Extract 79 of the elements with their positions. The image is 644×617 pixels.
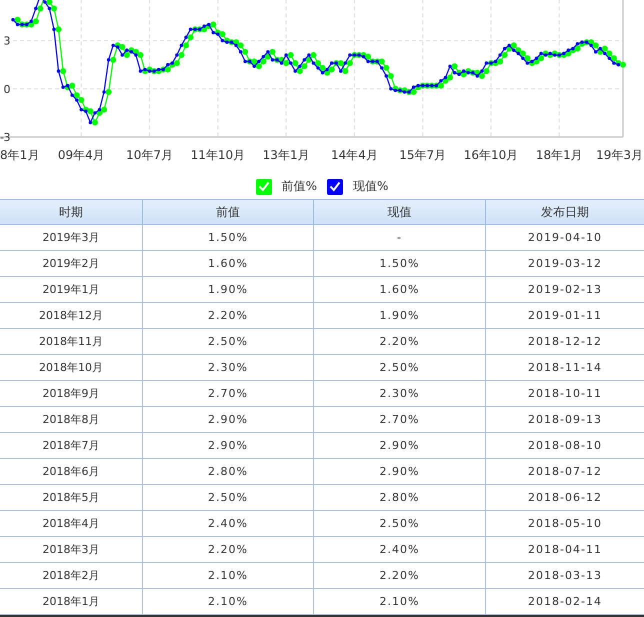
table-cell: 2018年1月 bbox=[0, 589, 142, 615]
table-cell: 2018年8月 bbox=[0, 407, 142, 433]
table-cell: 2018年9月 bbox=[0, 381, 142, 407]
table-cell: 2019年2月 bbox=[0, 251, 142, 277]
table-cell: 2018-12-12 bbox=[485, 329, 644, 355]
table-cell: 2.70% bbox=[313, 407, 485, 433]
table-cell: 1.90% bbox=[313, 303, 485, 329]
table-cell: 2.70% bbox=[142, 381, 313, 407]
table-cell: 1.50% bbox=[313, 251, 485, 277]
x-tick-label: 13年1月 bbox=[262, 148, 310, 162]
legend-label: 现值% bbox=[353, 178, 388, 195]
table-cell: 2018年2月 bbox=[0, 563, 142, 589]
x-tick-label: 19年3月 bbox=[596, 148, 643, 162]
table-cell: 2018-02-14 bbox=[485, 589, 644, 615]
table-cell: 2018年7月 bbox=[0, 433, 142, 459]
table-cell: 2018年3月 bbox=[0, 537, 142, 563]
table-cell: 2.90% bbox=[313, 459, 485, 485]
table-cell: 2018-10-11 bbox=[485, 381, 644, 407]
table-cell: 2018-04-11 bbox=[485, 537, 644, 563]
legend-label: 前值% bbox=[282, 178, 317, 195]
table-cell: 2019-04-10 bbox=[485, 225, 644, 251]
table-cell: 2018年10月 bbox=[0, 355, 142, 381]
table-cell: 2018年5月 bbox=[0, 485, 142, 511]
table-cell: 2019-03-12 bbox=[485, 251, 644, 277]
table-cell: 2.90% bbox=[142, 407, 313, 433]
table-cell: 2019-01-11 bbox=[485, 303, 644, 329]
x-tick-label: 09年4月 bbox=[58, 148, 105, 162]
x-tick-label: 16年10月 bbox=[464, 148, 518, 162]
table-cell: 2018年6月 bbox=[0, 459, 142, 485]
table-cell: 1.90% bbox=[142, 277, 313, 303]
y-tick-label: 0 bbox=[4, 82, 10, 96]
x-tick-label: 8年1月 bbox=[0, 148, 40, 162]
table-cell: - bbox=[313, 225, 485, 251]
table-cell: 2.20% bbox=[313, 563, 485, 589]
table-cell: 1.60% bbox=[313, 277, 485, 303]
table-cell: 2.20% bbox=[313, 329, 485, 355]
table-cell: 2.90% bbox=[142, 433, 313, 459]
x-tick-label: 11年10月 bbox=[190, 148, 246, 162]
table-cell: 2.80% bbox=[313, 485, 485, 511]
column-header[interactable]: 现值 bbox=[313, 199, 485, 225]
table-cell: 2.50% bbox=[313, 511, 485, 537]
table-cell: 2018-06-12 bbox=[485, 485, 644, 511]
table-cell: 2018-08-10 bbox=[485, 433, 644, 459]
x-tick-label: 18年1月 bbox=[536, 148, 583, 162]
table-cell: 2.90% bbox=[313, 433, 485, 459]
column-header[interactable]: 发布日期 bbox=[485, 199, 644, 225]
table-cell: 2.10% bbox=[313, 589, 485, 615]
table-cell: 2018年4月 bbox=[0, 511, 142, 537]
table-cell: 2.80% bbox=[142, 459, 313, 485]
table-cell: 2.40% bbox=[313, 537, 485, 563]
table-cell: 2018-11-14 bbox=[485, 355, 644, 381]
table-cell: 1.60% bbox=[142, 251, 313, 277]
table-cell: 2.10% bbox=[142, 589, 313, 615]
table-cell: 2018-07-12 bbox=[485, 459, 644, 485]
table-cell: 2.40% bbox=[142, 511, 313, 537]
table-cell: 2018年11月 bbox=[0, 329, 142, 355]
x-tick-label: 14年4月 bbox=[330, 148, 378, 162]
table-cell: 1.50% bbox=[142, 225, 313, 251]
table-cell: 2.30% bbox=[142, 355, 313, 381]
table-cell: 2.10% bbox=[142, 563, 313, 589]
column-header[interactable]: 前值 bbox=[142, 199, 313, 225]
y-tick-label: -3 bbox=[0, 131, 10, 144]
column-header[interactable]: 时期 bbox=[0, 199, 142, 225]
x-tick-label: 10年7月 bbox=[126, 148, 174, 162]
table-cell: 2019-02-13 bbox=[485, 277, 644, 303]
x-tick-label: 15年7月 bbox=[399, 148, 446, 162]
table-cell: 2019年1月 bbox=[0, 277, 142, 303]
table-cell: 2.50% bbox=[142, 329, 313, 355]
table-cell: 2018-03-13 bbox=[485, 563, 644, 589]
table-cell: 2019年3月 bbox=[0, 225, 142, 251]
table-cell: 2018-05-10 bbox=[485, 511, 644, 537]
table-cell: 2.20% bbox=[142, 303, 313, 329]
table-cell: 2.50% bbox=[313, 355, 485, 381]
table-cell: 2.30% bbox=[313, 381, 485, 407]
table-cell: 2018年12月 bbox=[0, 303, 142, 329]
table-cell: 2.50% bbox=[142, 485, 313, 511]
y-tick-label: 3 bbox=[4, 34, 10, 48]
table-cell: 2018-09-13 bbox=[485, 407, 644, 433]
table-cell: 2.20% bbox=[142, 537, 313, 563]
